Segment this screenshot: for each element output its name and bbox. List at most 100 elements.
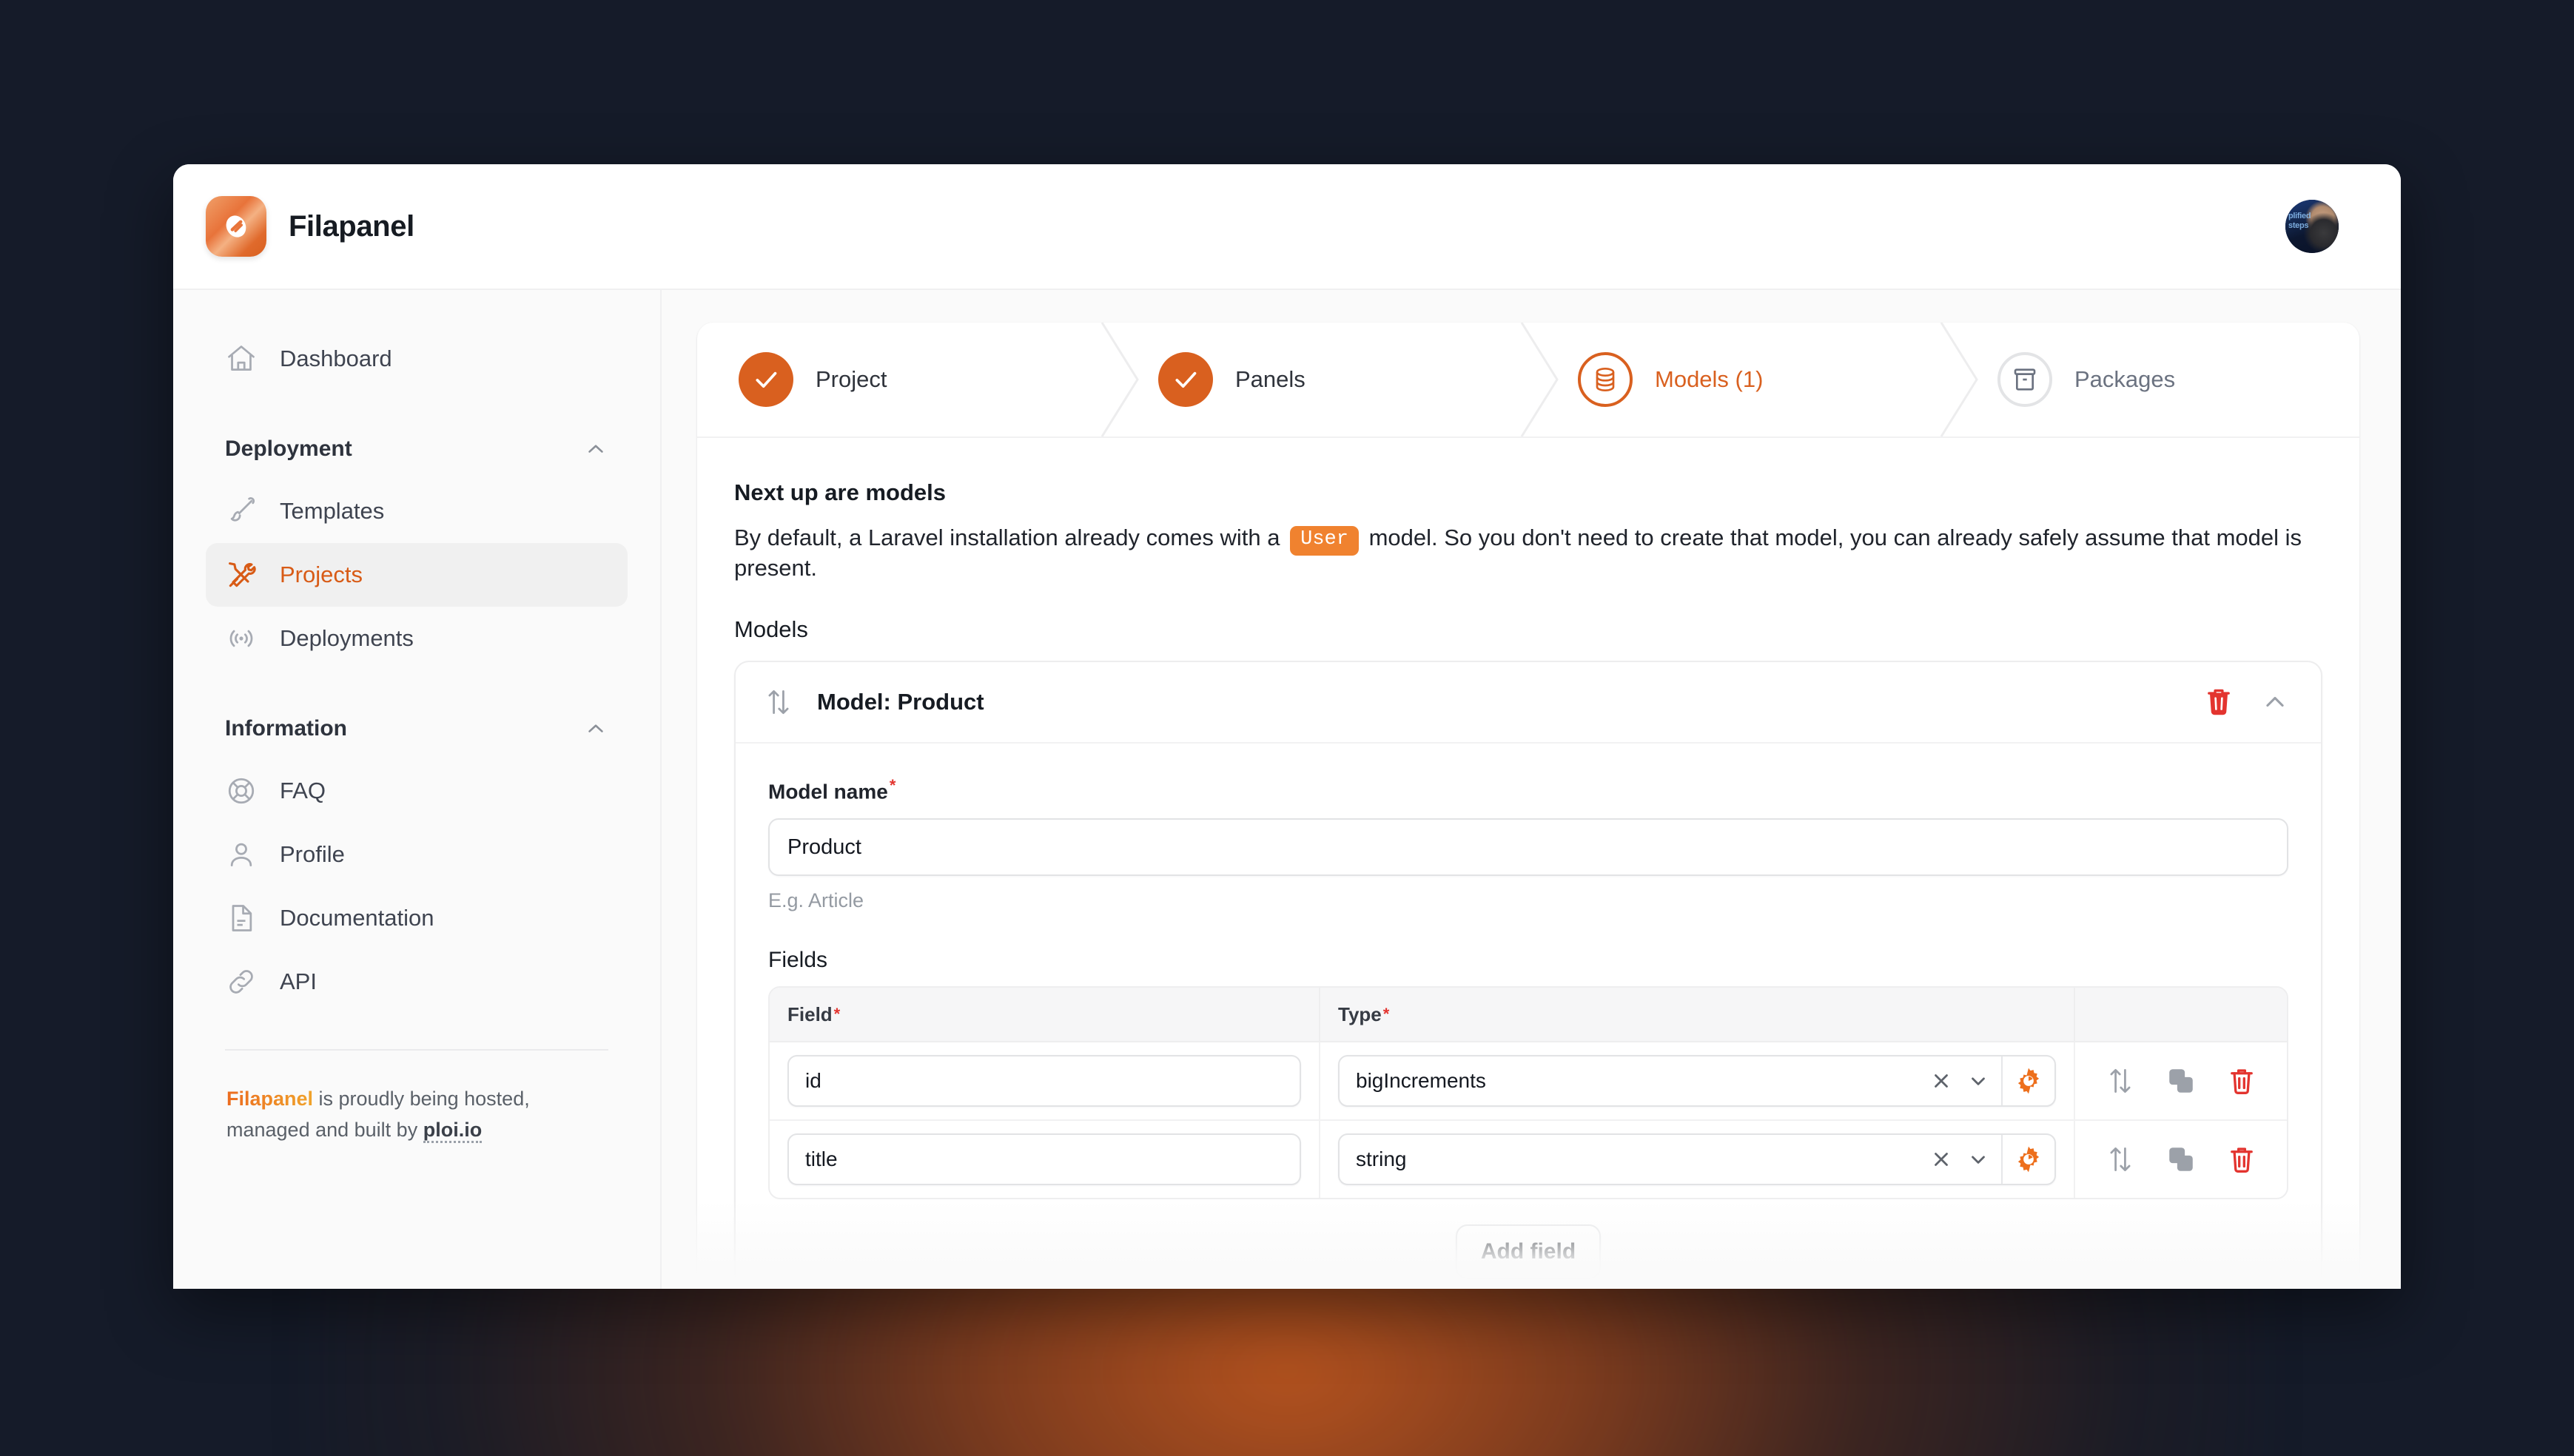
field-name-input[interactable]: id <box>787 1055 1301 1108</box>
step-label: Panels <box>1235 366 1306 392</box>
model-card-title: Model: Product <box>817 688 984 715</box>
trash-icon[interactable] <box>2201 684 2237 720</box>
intro-title: Next up are models <box>734 479 946 505</box>
step-panels[interactable]: Panels <box>1100 323 1520 437</box>
field-type-select[interactable]: string <box>1338 1133 2056 1186</box>
model-card-body: Model name* Product E.g. Article Fields <box>736 744 2321 1289</box>
ploi-link[interactable]: ploi.io <box>423 1119 483 1143</box>
topbar: Filapanel plified steps <box>173 164 2401 290</box>
model-card: Model: Product Model name* Product E.g. … <box>734 660 2322 1289</box>
chevron-up-icon[interactable] <box>2257 684 2293 720</box>
step-label: Project <box>816 366 887 392</box>
avatar-overlay-text: plified steps <box>2288 212 2311 230</box>
user-icon <box>225 838 258 871</box>
sidebar-item-deployments[interactable]: Deployments <box>206 607 628 670</box>
table-row: title string <box>770 1121 2287 1199</box>
signal-icon <box>225 622 258 655</box>
step-models[interactable]: Models (1) <box>1520 323 1940 437</box>
avatar[interactable]: plified steps <box>2285 200 2339 253</box>
filapanel-logo-icon <box>206 196 266 257</box>
trash-icon[interactable] <box>2224 1063 2259 1099</box>
model-name-input[interactable]: Product <box>768 818 2288 877</box>
x-mark-icon[interactable] <box>1923 1056 1960 1105</box>
gear-icon[interactable] <box>2001 1056 2054 1106</box>
brand[interactable]: Filapanel <box>206 196 414 257</box>
fields-table-header-type: Type * <box>1319 988 2074 1043</box>
step-separator <box>1520 323 1559 437</box>
wizard-stepper: Project Panels Models (1) Packages <box>697 323 2359 438</box>
copy-icon[interactable] <box>2163 1142 2199 1177</box>
sidebar-item-faq[interactable]: FAQ <box>206 759 628 823</box>
add-field-button[interactable]: Add field <box>1455 1224 1602 1280</box>
x-mark-icon[interactable] <box>1923 1135 1960 1184</box>
sidebar-group-deployment[interactable]: Deployment <box>206 423 628 475</box>
row-actions-cell <box>2074 1042 2287 1120</box>
sidebar-group-information-items: FAQ Profile Documentation API <box>206 759 628 1014</box>
field-type-value: string <box>1356 1147 1407 1171</box>
required-mark: * <box>1382 1005 1390 1024</box>
sidebar-item-api[interactable]: API <box>206 950 628 1014</box>
sidebar-group-title: Information <box>225 716 347 741</box>
archive-box-icon <box>1997 352 2052 407</box>
chevron-up-icon[interactable] <box>583 716 608 741</box>
required-mark: * <box>833 1005 841 1024</box>
required-mark: * <box>889 775 896 795</box>
chevron-down-icon[interactable] <box>1960 1135 1997 1184</box>
step-project[interactable]: Project <box>697 323 1100 437</box>
step-label: Models (1) <box>1655 366 1764 392</box>
gear-icon[interactable] <box>2001 1135 2054 1184</box>
sidebar-item-dashboard[interactable]: Dashboard <box>206 327 628 391</box>
fields-table-header-field: Field * <box>770 988 1319 1043</box>
document-icon <box>225 902 258 934</box>
sidebar-item-label: Deployments <box>280 625 414 651</box>
field-name-value: title <box>805 1147 838 1171</box>
copy-icon[interactable] <box>2163 1063 2199 1099</box>
arrows-up-down-icon[interactable] <box>2103 1142 2138 1177</box>
chevron-down-icon[interactable] <box>1960 1056 1997 1105</box>
trash-icon[interactable] <box>2224 1142 2259 1177</box>
lifebuoy-icon <box>225 775 258 807</box>
sidebar-item-label: Profile <box>280 841 345 867</box>
intro-text-before: By default, a Laravel installation alrea… <box>734 525 1280 550</box>
model-name-label-text: Model name <box>768 780 888 803</box>
step-separator <box>1940 323 1978 437</box>
arrows-up-down-icon[interactable] <box>761 684 796 720</box>
add-field-wrap: Add field <box>768 1199 2288 1289</box>
sidebar-item-templates[interactable]: Templates <box>206 479 628 543</box>
sidebar-item-projects[interactable]: Projects <box>206 543 628 607</box>
sidebar-item-documentation[interactable]: Documentation <box>206 886 628 950</box>
wizard-content: Next up are models By default, a Laravel… <box>697 438 2359 1289</box>
main-content: Project Panels Models (1) Packages Next … <box>662 290 2401 1289</box>
header-label: Field <box>787 1002 833 1025</box>
field-name-cell: title <box>770 1121 1319 1198</box>
brand-name: Filapanel <box>289 209 414 243</box>
sidebar-item-label: Templates <box>280 498 385 524</box>
fields-label: Fields <box>768 948 828 973</box>
row-actions <box>2093 1142 2269 1177</box>
field-name-input[interactable]: title <box>787 1133 1301 1186</box>
field-type-select[interactable]: bigIncrements <box>1338 1055 2056 1108</box>
row-actions <box>2093 1063 2269 1099</box>
model-name-value: Product <box>787 835 861 859</box>
check-icon <box>739 352 793 407</box>
arrows-up-down-icon[interactable] <box>2103 1063 2138 1099</box>
sidebar-item-label: API <box>280 968 317 994</box>
sidebar-group-information[interactable]: Information <box>206 703 628 755</box>
sidebar-item-label: FAQ <box>280 778 326 803</box>
wrench-screwdriver-icon <box>225 559 258 591</box>
sidebar-group-deployment-items: Templates Projects Deployments <box>206 479 628 670</box>
field-name-cell: id <box>770 1042 1319 1119</box>
sidebar-item-profile[interactable]: Profile <box>206 823 628 886</box>
sidebar-item-label: Dashboard <box>280 346 392 371</box>
step-label: Packages <box>2074 366 2176 392</box>
chevron-up-icon[interactable] <box>583 437 608 462</box>
sidebar: Dashboard Deployment Templates Projects … <box>173 290 662 1289</box>
fields-table: Field * Type * id bigIncrements title st… <box>768 986 2288 1200</box>
sidebar-item-label: Documentation <box>280 905 434 931</box>
step-packages[interactable]: Packages <box>1940 323 2359 437</box>
field-type-value: bigIncrements <box>1356 1069 1486 1093</box>
link-icon <box>225 965 258 998</box>
row-actions-cell <box>2074 1121 2287 1199</box>
field-type-cell: string <box>1319 1121 2074 1199</box>
model-name-hint: E.g. Article <box>768 889 864 912</box>
